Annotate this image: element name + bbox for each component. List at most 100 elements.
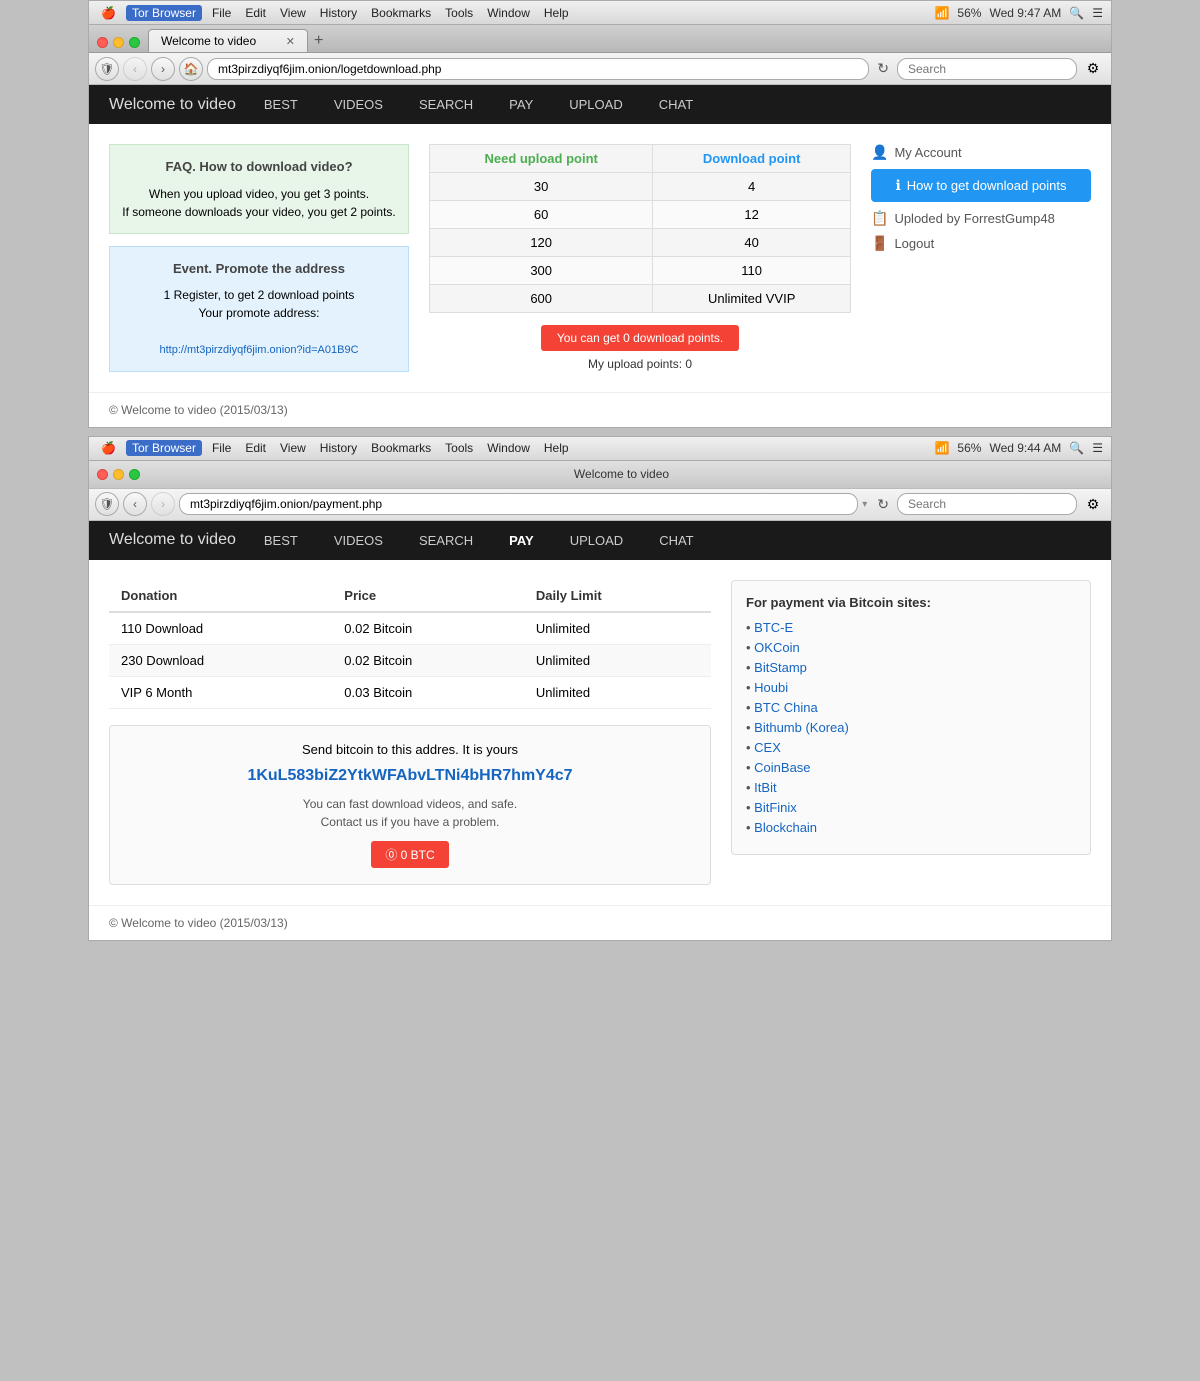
payment-content: Donation Price Daily Limit 110 Download0… — [89, 560, 1111, 905]
nav2-upload[interactable]: UPLOAD — [562, 529, 631, 552]
maximize-button-2[interactable] — [129, 469, 140, 480]
event-title: Event. Promote the address — [122, 259, 396, 279]
btc-submit-button[interactable]: ⓪ 0 BTC — [371, 841, 448, 868]
pay-site-link[interactable]: BitFinix — [754, 800, 797, 815]
menu-bookmarks-2[interactable]: Bookmarks — [367, 441, 435, 455]
menu-help-2[interactable]: Help — [540, 441, 573, 455]
nav2-chat[interactable]: CHAT — [651, 529, 701, 552]
new-tab-button[interactable]: + — [308, 30, 329, 52]
faq-line2: If someone downloads your video, you get… — [122, 203, 396, 221]
menu-window-2[interactable]: Window — [483, 441, 534, 455]
pay-sites-box: For payment via Bitcoin sites: BTC-E OKCo… — [731, 580, 1091, 855]
nav-best[interactable]: BEST — [256, 93, 306, 116]
reload-button[interactable]: ↻ — [873, 60, 893, 77]
menu-window[interactable]: Window — [483, 6, 534, 20]
tor-settings-icon-2[interactable]: ⚙ — [1081, 492, 1105, 516]
back-button-2[interactable]: ‹ — [123, 492, 147, 516]
list-item: BitFinix — [746, 800, 1076, 815]
event-line2: Your promote address: — [122, 304, 396, 322]
how-to-get-points-button[interactable]: ℹ How to get download points — [871, 169, 1091, 202]
limit-cell: Unlimited — [524, 612, 711, 645]
minimize-button[interactable] — [113, 37, 124, 48]
reload-button-2[interactable]: ↻ — [873, 496, 893, 513]
forward-button-2[interactable]: › — [151, 492, 175, 516]
pay-site-link[interactable]: CEX — [754, 740, 781, 755]
menu-icon[interactable]: ☰ — [1092, 6, 1103, 20]
menu-file-2[interactable]: File — [208, 441, 235, 455]
traffic-lights — [97, 37, 140, 52]
menu-history-2[interactable]: History — [316, 441, 361, 455]
get-points-button[interactable]: You can get 0 download points. — [541, 325, 739, 351]
menu-icon-2[interactable]: ☰ — [1092, 441, 1103, 455]
search-input-2[interactable] — [897, 493, 1077, 515]
pay-site-link[interactable]: BTC China — [754, 700, 818, 715]
pay-site-link[interactable]: ItBit — [754, 780, 776, 795]
col-download: Download point — [653, 145, 851, 173]
forward-button[interactable]: › — [151, 57, 175, 81]
app-name[interactable]: Tor Browser — [126, 5, 202, 21]
footer-text-2: © Welcome to video (2015/03/13) — [109, 916, 288, 930]
pay-site-link[interactable]: CoinBase — [754, 760, 810, 775]
menu-tools-2[interactable]: Tools — [441, 441, 477, 455]
pay-site-link[interactable]: OKCoin — [754, 640, 800, 655]
minimize-button-2[interactable] — [113, 469, 124, 480]
pay-site-link[interactable]: Bithumb (Korea) — [754, 720, 849, 735]
nav-search[interactable]: SEARCH — [411, 93, 481, 116]
home-button[interactable]: 🏠 — [179, 57, 203, 81]
maximize-button[interactable] — [129, 37, 140, 48]
right-panel: 👤 My Account ℹ How to get download point… — [871, 144, 1091, 372]
url-bar-2[interactable] — [179, 493, 858, 515]
menu-view[interactable]: View — [276, 6, 310, 20]
my-account-link[interactable]: 👤 My Account — [871, 144, 1091, 161]
btc-send-label: Send bitcoin to this addres. It is yours — [126, 742, 694, 757]
browser-tab-active[interactable]: Welcome to video ✕ — [148, 29, 308, 52]
donation-table: Donation Price Daily Limit 110 Download0… — [109, 580, 711, 709]
pay-site-link[interactable]: BTC-E — [754, 620, 793, 635]
price-cell: 0.02 Bitcoin — [332, 644, 524, 676]
nav2-pay[interactable]: PAY — [501, 529, 542, 552]
menu-edit-2[interactable]: Edit — [241, 441, 270, 455]
back-button[interactable]: ‹ — [123, 57, 147, 81]
menu-file[interactable]: File — [208, 6, 235, 20]
nav-chat[interactable]: CHAT — [651, 93, 701, 116]
tor-settings-icon[interactable]: ⚙ — [1081, 57, 1105, 81]
close-button-2[interactable] — [97, 469, 108, 480]
menu-tools[interactable]: Tools — [441, 6, 477, 20]
menu-bookmarks[interactable]: Bookmarks — [367, 6, 435, 20]
search-icon-2[interactable]: 🔍 — [1069, 441, 1084, 455]
pay-site-link[interactable]: Houbi — [754, 680, 788, 695]
nav-pay[interactable]: PAY — [501, 93, 541, 116]
tor-shield-icon-2[interactable]: 🛡 — [95, 492, 119, 516]
nav2-search[interactable]: SEARCH — [411, 529, 481, 552]
app-name-2[interactable]: Tor Browser — [126, 440, 202, 456]
menu-help[interactable]: Help — [540, 6, 573, 20]
logout-link[interactable]: 🚪 Logout — [871, 235, 1091, 252]
pay-site-link[interactable]: BitStamp — [754, 660, 807, 675]
price-cell: 0.02 Bitcoin — [332, 612, 524, 645]
btc-address[interactable]: 1KuL583biZ2YtkWFAbvLTNi4bHR7hmY4c7 — [126, 767, 694, 785]
pay-sites-title: For payment via Bitcoin sites: — [746, 595, 1076, 610]
tab-close-button[interactable]: ✕ — [286, 35, 295, 48]
nav2-videos[interactable]: VIDEOS — [326, 529, 391, 552]
points-table: Need upload point Download point 3046012… — [429, 144, 851, 313]
logout-label: Logout — [894, 236, 934, 251]
close-button[interactable] — [97, 37, 108, 48]
search-input[interactable] — [897, 58, 1077, 80]
tor-shield-icon[interactable]: 🛡 — [95, 57, 119, 81]
site-footer-2: © Welcome to video (2015/03/13) — [89, 905, 1111, 940]
apple-menu[interactable]: 🍎 — [97, 6, 120, 20]
nav2-best[interactable]: BEST — [256, 529, 306, 552]
menu-view-2[interactable]: View — [276, 441, 310, 455]
uploaded-by-link[interactable]: 📋 Uploded by ForrestGump48 — [871, 210, 1091, 227]
pay-site-link[interactable]: Blockchain — [754, 820, 817, 835]
site-logo-2: Welcome to video — [109, 531, 236, 549]
menu-history[interactable]: History — [316, 6, 361, 20]
apple-menu-2[interactable]: 🍎 — [97, 441, 120, 455]
event-promo-link[interactable]: http://mt3pirzdiyqf6jim.onion?id=A01B9C — [159, 344, 358, 356]
nav-upload[interactable]: UPLOAD — [561, 93, 630, 116]
tab-bar: Welcome to video ✕ + — [89, 25, 1111, 53]
nav-videos[interactable]: VIDEOS — [326, 93, 391, 116]
url-bar[interactable] — [207, 58, 869, 80]
menu-edit[interactable]: Edit — [241, 6, 270, 20]
search-icon[interactable]: 🔍 — [1069, 6, 1084, 20]
